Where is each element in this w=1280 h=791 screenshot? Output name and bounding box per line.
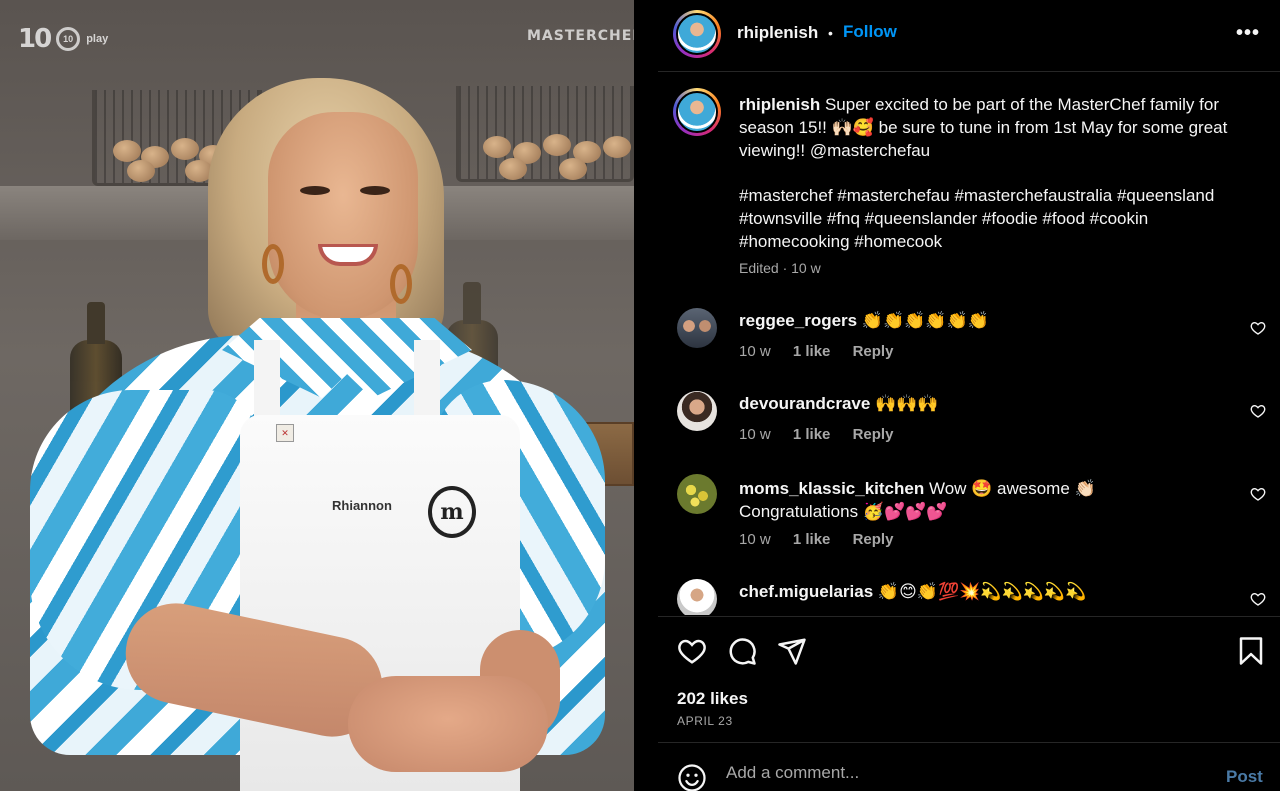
like-comment-heart-icon[interactable] [1250, 591, 1266, 607]
comment-text: 👏👏👏👏👏👏 [861, 311, 989, 330]
add-comment-bar: Post [658, 742, 1280, 791]
comment-meta: 10 w 1 like Reply [739, 426, 911, 443]
post-image[interactable]: 10 10 play MASTERCHEF ✕ Rhiannon m [0, 0, 634, 791]
comment-likes[interactable]: 1 like [793, 531, 831, 548]
comment-username-line: moms_klassic_kitchen Wow 🤩 awesome 👏🏻 Co… [739, 477, 1159, 523]
caption-edited-time: Edited · 10 w [739, 260, 821, 276]
comment-username-line: devourandcrave 🙌🙌🙌 [739, 394, 939, 414]
more-options-icon[interactable]: ••• [1236, 22, 1260, 45]
comment-username[interactable]: moms_klassic_kitchen [739, 479, 924, 498]
share-send-icon[interactable] [777, 636, 807, 666]
comment-time: 10 w [739, 343, 771, 360]
comment-reply[interactable]: Reply [853, 426, 894, 443]
follow-button[interactable]: Follow [843, 22, 897, 42]
likes-count[interactable]: 202 likes [677, 689, 748, 709]
apron-name: Rhiannon [332, 498, 392, 513]
comment-time: 10 w [739, 426, 771, 443]
post-comment-button[interactable]: Post [1226, 767, 1263, 787]
apron-badge: ✕ [276, 424, 294, 442]
like-heart-icon[interactable] [677, 636, 707, 666]
comment-text: 🙌🙌🙌 [875, 394, 939, 413]
comment-likes[interactable]: 1 like [793, 426, 831, 443]
comment-avatar[interactable] [677, 391, 717, 431]
comment-time: 10 w [739, 531, 771, 548]
comment-avatar[interactable] [677, 308, 717, 348]
post-panel: rhiplenish • Follow ••• rhiplenish Super… [658, 0, 1280, 791]
divider-gap [634, 0, 658, 791]
comment-username[interactable]: reggee_rogers [739, 311, 857, 330]
comment-avatar[interactable] [677, 474, 717, 514]
caption-username[interactable]: rhiplenish [739, 95, 820, 114]
comment-text: 👏😊👏💯💥💫💫💫💫💫 [877, 582, 1087, 601]
person-eye [300, 186, 330, 195]
comment-username-line: chef.miguelarias 👏😊👏💯💥💫💫💫💫💫 [739, 582, 1086, 602]
header-username[interactable]: rhiplenish [737, 23, 818, 43]
potato-basket [456, 86, 634, 182]
comment-reply[interactable]: Reply [853, 343, 894, 360]
comment-avatar[interactable] [677, 579, 717, 615]
comment-meta: 10 w 1 like Reply [739, 343, 911, 360]
comment-username[interactable]: devourandcrave [739, 394, 870, 413]
comment-username[interactable]: chef.miguelarias [739, 582, 873, 601]
caption-hashtags[interactable]: #masterchef #masterchefau #masterchefaus… [739, 184, 1249, 253]
earring [262, 244, 284, 284]
post-actions: 202 likes APRIL 23 [658, 616, 1280, 742]
comment: chef.miguelarias 👏😊👏💯💥💫💫💫💫💫 [658, 579, 1280, 615]
emoji-smiley-icon[interactable] [677, 763, 707, 791]
comment-username-line: reggee_rogers 👏👏👏👏👏👏 [739, 311, 989, 331]
earring [390, 264, 412, 304]
post-date: APRIL 23 [677, 714, 733, 728]
separator-dot: • [828, 25, 833, 41]
profile-avatar[interactable] [673, 10, 721, 58]
caption-avatar[interactable] [673, 88, 721, 136]
comment-reply[interactable]: Reply [853, 531, 894, 548]
post-header: rhiplenish • Follow ••• [658, 0, 1280, 72]
like-comment-heart-icon[interactable] [1250, 403, 1266, 419]
masterchef-watermark: MASTERCHEF [527, 28, 634, 44]
like-comment-heart-icon[interactable] [1250, 320, 1266, 336]
person-eye [360, 186, 390, 195]
save-bookmark-icon[interactable] [1236, 636, 1266, 666]
comment-bubble-icon[interactable] [727, 636, 757, 666]
clasped-hands [348, 676, 548, 772]
comment-meta: 10 w 1 like Reply [739, 531, 911, 548]
post-caption: rhiplenish Super excited to be part of t… [739, 93, 1249, 253]
network-10-play-logo: 10 10 play [18, 24, 109, 54]
add-comment-input[interactable] [726, 763, 1176, 783]
masterchef-logo: m [428, 486, 476, 538]
like-comment-heart-icon[interactable] [1250, 486, 1266, 502]
comment-likes[interactable]: 1 like [793, 343, 831, 360]
